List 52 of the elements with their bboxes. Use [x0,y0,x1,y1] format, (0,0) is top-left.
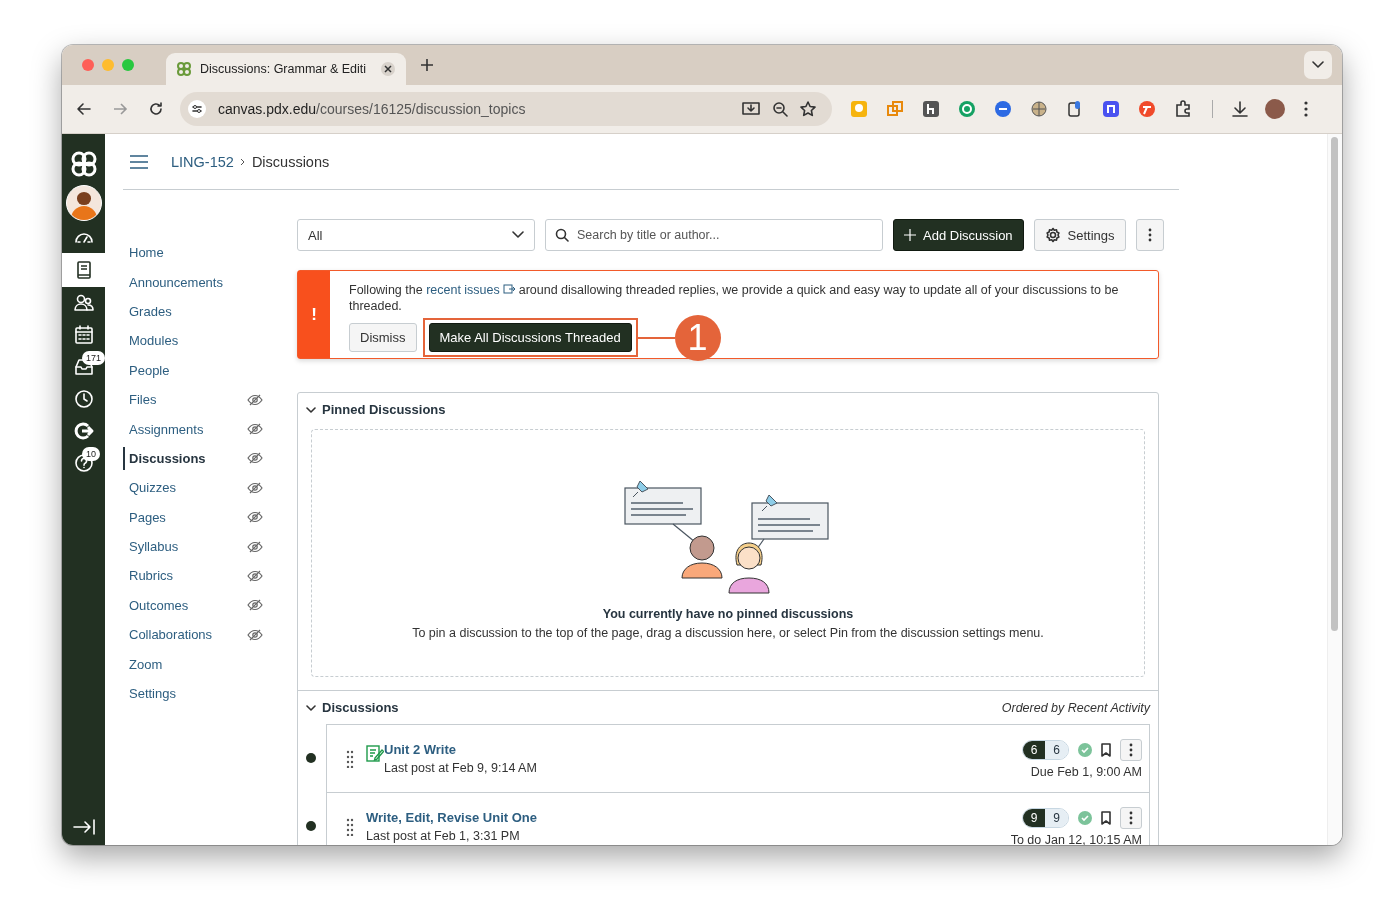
due-date: To do Jan 12, 10:15 AM [1010,832,1142,845]
filter-dropdown[interactable]: All [297,219,535,251]
count-badge: 171 [82,351,106,365]
course-nav-link[interactable]: Outcomes [129,597,189,613]
discussion-row[interactable]: Write, Edit, Revise Unit One Last post at Feb 1, 3:31 PM 9 9 To do Jan 12, 10:15 AM [326,792,1150,845]
course-nav-link[interactable]: Syllabus [129,539,179,555]
add-discussion-button[interactable]: Add Discussion [893,219,1024,251]
unread-count: 9 [1022,808,1046,827]
course-nav-link[interactable]: Rubrics [129,568,174,584]
sort-note: Ordered by Recent Activity [1001,700,1150,715]
global-nav-item[interactable]: 171 [62,351,105,383]
course-nav-link[interactable]: Announcements [129,274,223,290]
discussion-title-link[interactable]: Write, Edit, Revise Unit One [366,810,537,825]
browser-tab[interactable]: Discussions: Grammar & Editi [166,53,406,85]
course-nav-link[interactable]: Zoom [129,656,163,672]
search-field[interactable]: Search by title or author... [545,219,883,251]
breadcrumb-link[interactable]: LING-152 [171,153,234,170]
course-nav-link[interactable]: Assignments [129,421,204,437]
empty-state-text: To pin a discussion to the top of the page, drag a discussion here, or select Pin from the discussion settings menu. [412,626,1044,640]
discussion-row[interactable]: Unit 2 Write Last post at Feb 9, 9:14 AM 6 6 Due Feb 1, 9:00 AM [326,724,1150,792]
due-date: Due Feb 1, 9:00 AM [1030,764,1142,779]
course-nav-link[interactable]: Files [129,392,157,408]
url-text: canvas.pdx.edu/courses/16125/discussion_topics [218,101,526,117]
dismiss-button[interactable]: Dismiss [349,323,417,352]
reply-count: 6 [1045,740,1068,759]
discussion-title-link[interactable]: Unit 2 Write [384,742,537,757]
course-nav-link[interactable]: Collaborations [129,627,213,643]
last-post-text: Last post at Feb 9, 9:14 AM [384,761,537,775]
global-nav-item[interactable]: 10 [62,447,105,479]
course-nav-link[interactable]: Quizzes [129,480,176,496]
course-nav-link[interactable]: Modules [129,333,179,349]
address-bar[interactable]: canvas.pdx.edu/courses/16125/discussion_topics [180,92,832,126]
warning-icon: ! [311,304,317,325]
course-nav-link[interactable]: Discussions [123,446,206,470]
section-title[interactable]: Pinned Discussions [322,402,446,417]
unread-count: 6 [1022,740,1046,759]
last-post-text: Last post at Feb 1, 3:31 PM [366,829,521,843]
course-nav-link[interactable]: Grades [129,303,172,319]
reply-count: 9 [1045,808,1068,827]
alert-message: Following the recent issues around disallowing threaded replies, we provide a quick and easy way to update all of your discussions to be threaded. [349,282,1120,314]
section-title[interactable]: Discussions [322,700,399,715]
settings-button[interactable]: Settings [1033,219,1126,251]
course-nav-link[interactable]: Settings [129,686,176,702]
recent-issues-link[interactable]: recent issues [426,283,516,297]
course-nav-link[interactable]: People [129,362,170,378]
make-threaded-button[interactable]: Make All Discussions Threaded [428,323,632,352]
course-nav-link[interactable]: Pages [129,509,166,525]
count-badge: 10 [82,447,100,461]
empty-state-title: You currently have no pinned discussions [602,607,854,621]
course-nav-link[interactable]: Home [129,245,164,261]
callout-number: 1 [674,314,721,361]
breadcrumb-current: Discussions [251,153,330,170]
